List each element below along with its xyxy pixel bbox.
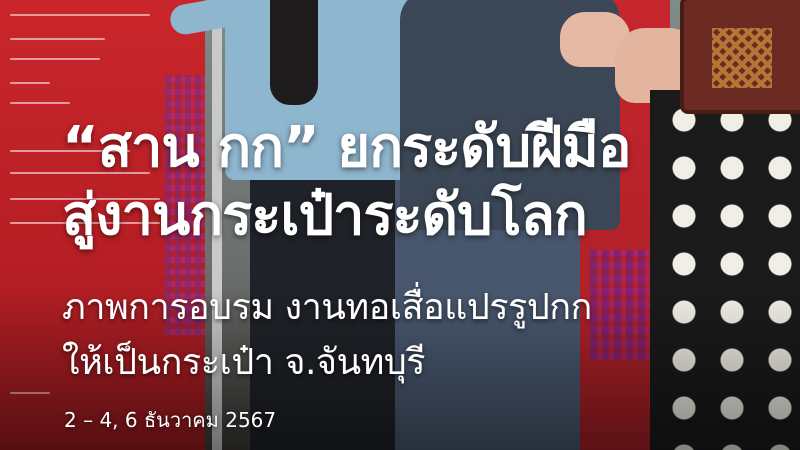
bag-pattern xyxy=(712,28,772,88)
news-cover-image: “สาน กก” ยกระดับฝีมือ สู่งานกระเป๋าระดับ… xyxy=(0,0,800,450)
event-date: 2 – 4, 6 ธันวาคม 2567 xyxy=(64,408,277,432)
person-hair xyxy=(270,0,318,105)
headline-line-1: “สาน กก” ยกระดับฝีมือ xyxy=(62,115,631,180)
subheadline-line-1: ภาพการอบรม งานทอเสื่อแปรรูปกก xyxy=(62,287,592,328)
headline-line-2: สู่งานกระเป๋าระดับโลก xyxy=(62,183,588,248)
subheadline-line-2: ให้เป็นกระเป๋า จ.จันทบุรี xyxy=(62,342,426,383)
